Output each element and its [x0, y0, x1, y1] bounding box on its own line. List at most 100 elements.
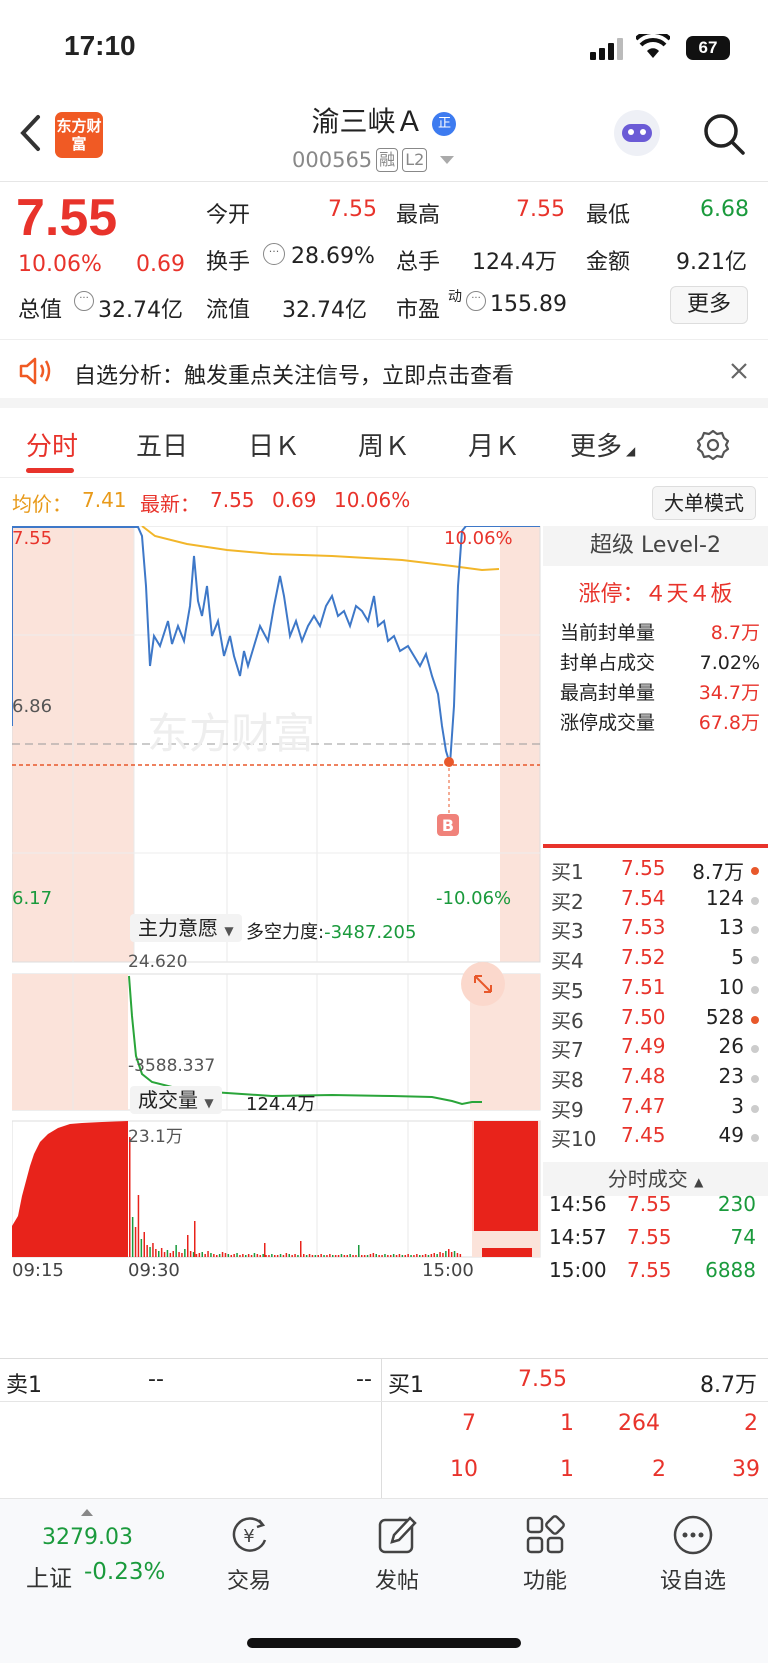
more-button[interactable]: 更多	[670, 286, 748, 324]
settings-gear-icon[interactable]	[696, 428, 730, 462]
notice-text: 自选分析：触发重点关注信号，立即点击查看	[74, 364, 515, 389]
order-book-row[interactable]: 买6 7.50 528	[543, 1005, 768, 1036]
volume-bar	[450, 1252, 453, 1257]
close-icon[interactable]	[730, 362, 748, 380]
tab-trade[interactable]: ¥ 交易	[194, 1511, 304, 1595]
search-icon[interactable]	[702, 112, 746, 156]
volume-bar	[239, 1255, 241, 1257]
level2-title[interactable]: 超级 Level-2	[543, 526, 768, 566]
order-dot-icon	[751, 956, 759, 965]
tab-5day[interactable]: 五日	[136, 426, 188, 463]
tab-day-k[interactable]: 日Ｋ	[248, 426, 300, 463]
order-dot-icon	[751, 926, 759, 935]
bid-ask-table: 卖1 -- -- 买1 7.55 8.7万 7 1 264 2 10 1 2 3…	[0, 1358, 768, 1499]
latest-label: 最新：	[140, 492, 200, 516]
volume-bar	[300, 1241, 302, 1257]
volume-bar	[430, 1254, 433, 1257]
order-book-row[interactable]: 买10 7.45 49	[543, 1123, 768, 1154]
volume-bar	[323, 1255, 325, 1257]
stat-label: 当前封单量	[560, 622, 656, 644]
bid-price: 7.49	[621, 1034, 666, 1059]
order-book-row[interactable]: 买7 7.49 26	[543, 1034, 768, 1065]
indicator-select[interactable]: 主力意愿 ▼	[130, 914, 242, 942]
speaker-icon	[19, 357, 51, 385]
volume-bar	[436, 1254, 438, 1257]
volume-bar	[195, 1254, 198, 1257]
tick-price: 7.55	[627, 1258, 672, 1282]
tick-volume: 74	[730, 1225, 756, 1249]
tab-intraday[interactable]: 分时	[26, 426, 78, 463]
indicator-high: 24.620	[128, 952, 188, 972]
volume-select[interactable]: 成交量 ▼	[130, 1086, 222, 1114]
tab-add-watchlist[interactable]: 设自选	[638, 1511, 748, 1595]
volume-bar	[303, 1254, 305, 1257]
queue-cell: 2	[652, 1457, 666, 1482]
prev-close-label: 6.86	[12, 696, 53, 717]
tick-row: 15:00 7.55 6888	[543, 1254, 768, 1287]
pe-sup: 动	[448, 289, 462, 305]
open-value: 7.55	[328, 197, 377, 222]
chevron-down-icon[interactable]	[439, 156, 454, 164]
order-book-row[interactable]: 买5 7.51 10	[543, 975, 768, 1006]
limit-stats-labels: 当前封单量 封单占成交 最高封单量 涨停成交量	[560, 618, 655, 738]
volume-bar	[358, 1245, 360, 1257]
volume-bar	[291, 1255, 293, 1257]
more-dots-icon[interactable]: ···	[466, 291, 486, 311]
level2-panel: 超级 Level-2 涨停：４天４板 当前封单量 封单占成交 最高封单量 涨停成…	[543, 526, 768, 1328]
queue-cell: 1	[560, 1411, 574, 1436]
volume-bar	[218, 1254, 221, 1257]
bid-volume: 10	[718, 974, 744, 999]
indicator-line	[128, 975, 482, 1106]
notice-bar[interactable]: 自选分析：触发重点关注信号，立即点击查看	[0, 340, 768, 408]
buy1-vol: 8.7万	[700, 1373, 757, 1398]
queue-cell: 2	[744, 1411, 758, 1436]
tab-month-k[interactable]: 月Ｋ	[468, 426, 520, 463]
order-book-row[interactable]: 买1 7.55 8.7万	[543, 856, 768, 887]
volume-bar	[189, 1251, 192, 1257]
order-book-row[interactable]: 买8 7.48 23	[543, 1064, 768, 1095]
assistant-robot-icon[interactable]	[614, 110, 660, 156]
volume-bar	[129, 1137, 131, 1257]
price-top-label: 7.55	[12, 528, 53, 549]
volume-bar	[407, 1254, 409, 1257]
volume-bar	[131, 1217, 134, 1257]
volume-total: 124.4万	[246, 1094, 316, 1115]
caret-up-icon	[81, 1509, 93, 1516]
volume-bar	[265, 1255, 267, 1257]
order-book-row[interactable]: 买2 7.54 124	[543, 886, 768, 917]
order-book-row[interactable]: 买3 7.53 13	[543, 915, 768, 946]
order-dot-icon	[751, 896, 759, 905]
tick-time: 14:57	[549, 1225, 607, 1249]
tab-more[interactable]: 更多 ◢	[570, 426, 635, 463]
volume-bar	[282, 1255, 285, 1257]
bid-price: 7.52	[621, 945, 666, 970]
volume-bar	[308, 1254, 311, 1257]
volume-bar	[346, 1255, 348, 1257]
bid-level-label: 买6	[551, 1008, 584, 1033]
bid-level-label: 买9	[551, 1097, 584, 1122]
intraday-chart[interactable]: 东方财富 B 7.55 10.06% 6.86 6.17 -10.06% 主力意…	[12, 526, 542, 1328]
order-book-row[interactable]: 买9 7.47 3	[543, 1094, 768, 1125]
index-ticker[interactable]: 3279.03 上证 -0.23%	[0, 1499, 180, 1609]
tab-functions[interactable]: 功能	[490, 1511, 600, 1595]
order-book-row[interactable]: 买4 7.52 5	[543, 945, 768, 976]
more-dots-icon[interactable]: ···	[74, 291, 94, 311]
volume-bar	[143, 1232, 145, 1257]
more-circle-icon	[673, 1515, 713, 1555]
bid-level-label: 买5	[551, 978, 584, 1003]
buy-marker-label: B	[442, 816, 454, 835]
float-value: 32.74亿	[282, 298, 367, 323]
high-label: 最高	[396, 203, 441, 228]
volume-bar	[233, 1254, 235, 1257]
divider	[0, 1401, 768, 1402]
turnover-value: 28.69%	[291, 244, 375, 269]
tick-price: 7.55	[627, 1192, 672, 1216]
volume-bar	[361, 1255, 363, 1257]
tab-week-k[interactable]: 周Ｋ	[358, 426, 410, 463]
big-order-mode-button[interactable]: 大单模式	[652, 486, 756, 520]
tab-post-label: 发帖	[374, 1569, 419, 1594]
more-dots-icon[interactable]: ···	[263, 243, 285, 265]
stat-value: 7.02%	[699, 652, 760, 674]
tab-post[interactable]: 发帖	[342, 1511, 452, 1595]
bid-volume: 528	[705, 1004, 744, 1029]
